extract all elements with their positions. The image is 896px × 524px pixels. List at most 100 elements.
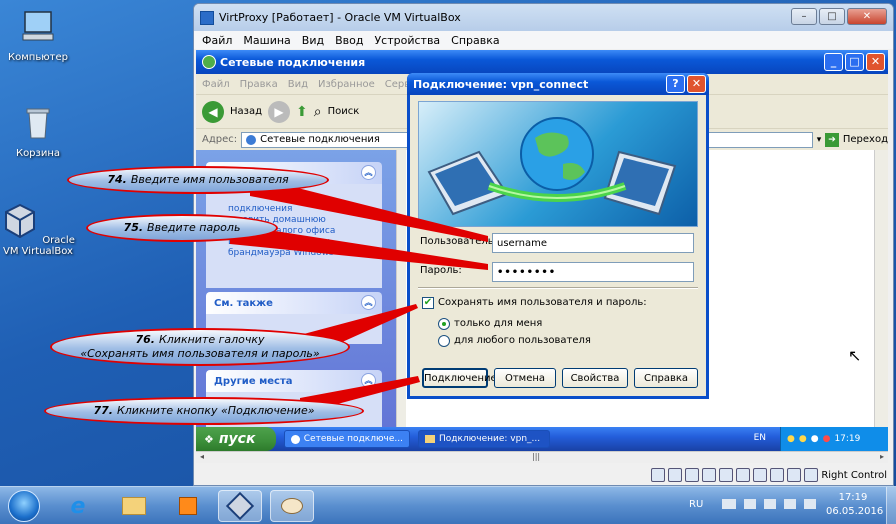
network-adapter-icon[interactable] [736, 468, 751, 482]
task-link[interactable]: брандмауэра Windows [214, 248, 374, 259]
paint-pin[interactable] [270, 490, 314, 522]
folder-up-icon[interactable]: ⬆ [296, 104, 308, 120]
shield-icon[interactable]: ● [787, 434, 795, 444]
media-player-pin[interactable] [166, 490, 210, 522]
back-button-label[interactable]: Назад [230, 106, 262, 117]
task-link[interactable]: подключения [214, 204, 374, 215]
minimize-button[interactable]: – [791, 8, 817, 25]
keyboard-icon[interactable] [722, 499, 736, 509]
cpu-icon[interactable] [770, 468, 785, 482]
virtualbox-title-bar[interactable]: VirtProxy [Работает] - Oracle VM Virtual… [194, 4, 893, 31]
virtualbox-pin[interactable] [218, 490, 262, 522]
cancel-button[interactable]: Отмена [494, 368, 556, 388]
desktop-icon-recycle-bin[interactable]: Корзина [0, 104, 76, 159]
alert-icon[interactable]: ● [823, 434, 831, 444]
anyone-label[interactable]: для любого пользователя [454, 335, 591, 346]
dialog-title: Подключение: vpn_connect [413, 77, 589, 91]
hard-disk-icon[interactable] [651, 468, 666, 482]
password-input[interactable] [492, 262, 694, 282]
content-scrollbar[interactable] [874, 150, 888, 427]
go-arrow-icon[interactable]: ➔ [825, 132, 839, 147]
callout-76: 76. Кликните галочку «Сохранять имя польз… [50, 328, 350, 366]
dialog-banner [418, 101, 698, 227]
xp-task-network[interactable]: Сетевые подключе... [284, 430, 410, 448]
volume-icon[interactable] [804, 499, 816, 509]
menu-devices[interactable]: Устройства [374, 34, 440, 47]
display-icon[interactable] [719, 468, 734, 482]
menu-help[interactable]: Справка [451, 34, 499, 47]
help-button[interactable]: Справка [634, 368, 698, 388]
recording-icon[interactable] [753, 468, 768, 482]
only-me-label[interactable]: только для меня [454, 318, 542, 329]
internet-explorer-icon: e [70, 493, 86, 519]
explorer-minimize-button[interactable]: _ [824, 53, 843, 71]
explorer-menu-favorites[interactable]: Избранное [318, 79, 375, 90]
properties-button[interactable]: Свойства [562, 368, 628, 388]
collapse-icon[interactable]: ︽ [361, 373, 376, 388]
back-arrow-icon[interactable]: ◀ [202, 100, 224, 123]
only-me-radio[interactable] [438, 318, 450, 330]
username-input[interactable] [492, 233, 694, 253]
network-folder-icon [246, 134, 257, 145]
anyone-radio[interactable] [438, 335, 450, 347]
xp-system-tray: ● ● ● ● 17:19 [780, 427, 888, 451]
explorer-pin[interactable] [112, 490, 156, 522]
dialog-title-bar[interactable]: Подключение: vpn_connect ? ✕ [407, 73, 709, 95]
search-icon[interactable]: ⌕ [314, 104, 322, 120]
explorer-close-button[interactable]: ✕ [866, 53, 885, 71]
save-credentials-checkbox[interactable]: ✔ [422, 297, 434, 309]
xp-language-indicator[interactable]: EN [754, 433, 766, 443]
virtualbox-icon [5, 203, 36, 239]
password-label: Пароль: [420, 265, 462, 276]
address-label: Адрес: [202, 134, 238, 145]
usb-icon[interactable] [685, 468, 700, 482]
search-button-label[interactable]: Поиск [328, 106, 360, 117]
explorer-maximize-button[interactable]: □ [845, 53, 864, 71]
network-tray-icon[interactable]: ● [799, 434, 807, 444]
collapse-icon[interactable]: ︽ [361, 295, 376, 310]
menu-file[interactable]: Файл [202, 34, 232, 47]
explorer-title-bar[interactable]: Сетевые подключения _ □ ✕ [196, 50, 888, 74]
explorer-menu-edit[interactable]: Правка [240, 79, 278, 90]
close-button[interactable]: ✕ [847, 8, 887, 25]
signal-icon[interactable] [784, 499, 796, 509]
desktop-icon-virtualbox[interactable]: Oracle VM VirtualBox [0, 202, 76, 257]
menu-view[interactable]: Вид [302, 34, 324, 47]
flag-icon[interactable] [744, 499, 756, 509]
username-label: Пользователь: [420, 236, 498, 247]
windows7-start-button[interactable] [8, 490, 40, 522]
volume-icon[interactable]: ● [811, 434, 819, 444]
ie-pin[interactable]: e [56, 490, 100, 522]
guest-horizontal-scrollbar[interactable]: ◂ ||| ▸ [196, 451, 888, 463]
virtualbox-status-bar: Right Control [194, 463, 893, 485]
explorer-menu-file[interactable]: Файл [202, 79, 230, 90]
task-pane-scrollbar[interactable] [396, 150, 406, 427]
mouse-integration-icon[interactable] [787, 468, 802, 482]
connect-button[interactable]: Подключение [422, 368, 497, 388]
go-button-label[interactable]: Переход [843, 134, 888, 145]
other-places-header[interactable]: Другие места ︽ [206, 370, 382, 392]
maximize-button[interactable]: □ [819, 8, 845, 25]
vpn-connect-dialog: Подключение: vpn_connect ? ✕ Пользовател… [407, 73, 709, 399]
xp-taskbar: ❖ пуск Сетевые подключе... Подключение: … [196, 427, 888, 451]
shared-folder-icon[interactable] [702, 468, 717, 482]
language-indicator[interactable]: RU [689, 499, 703, 510]
dropdown-icon[interactable]: ▾ [817, 135, 822, 145]
xp-start-button[interactable]: ❖ пуск [196, 427, 276, 451]
menu-input[interactable]: Ввод [335, 34, 363, 47]
save-credentials-label[interactable]: Сохранять имя пользователя и пароль: [438, 297, 647, 308]
network-tray-icon[interactable] [764, 499, 776, 509]
collapse-icon[interactable]: ︽ [361, 165, 376, 180]
xp-task-dialog[interactable]: Подключение: vpn_... [418, 430, 550, 448]
dialog-close-button[interactable]: ✕ [687, 75, 706, 93]
dialog-help-button[interactable]: ? [666, 75, 685, 93]
forward-arrow-icon[interactable]: ▶ [268, 100, 291, 123]
explorer-menu-view[interactable]: Вид [288, 79, 308, 90]
optical-drive-icon[interactable] [668, 468, 683, 482]
callout-75: 75. Введите пароль [86, 214, 278, 242]
see-also-header[interactable]: См. также ︽ [206, 292, 382, 314]
show-desktop-button[interactable] [886, 487, 896, 524]
desktop-icon-computer[interactable]: Компьютер [0, 8, 76, 63]
menu-machine[interactable]: Машина [243, 34, 290, 47]
system-clock[interactable]: 17:19 06.05.2016 [826, 491, 883, 519]
